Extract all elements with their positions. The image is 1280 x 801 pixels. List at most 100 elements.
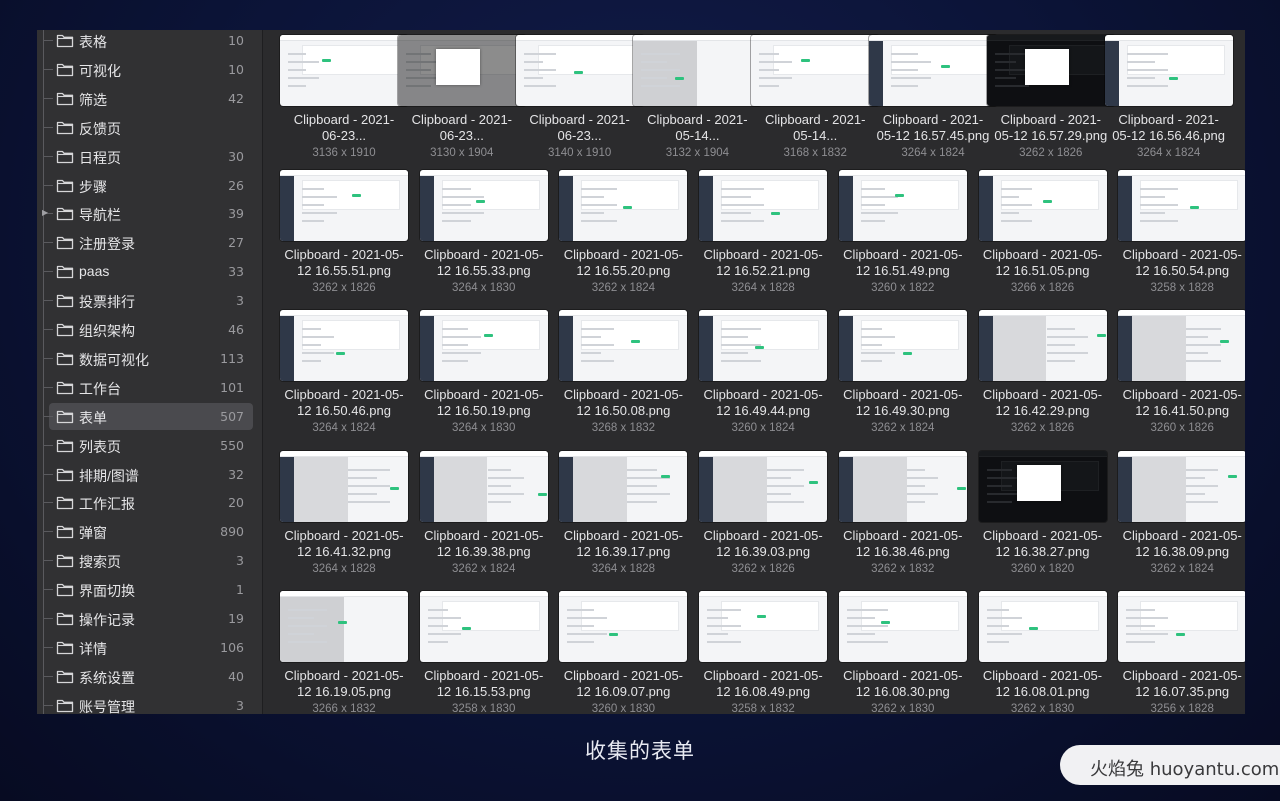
file-item[interactable]: Clipboard - 2021-05- 12 16.42.29.png 3262 … — [969, 310, 1109, 446]
folder-icon — [56, 237, 74, 250]
expand-caret-icon[interactable]: ▶ — [42, 208, 48, 217]
sidebar-folder-item[interactable]: ▶ 导航栏 39 — [42, 200, 253, 227]
file-name-line2: 12 16.52.21.png — [716, 263, 811, 278]
sidebar-folder-item[interactable]: 排期/图谱 32 — [43, 461, 253, 488]
file-thumbnail — [699, 451, 828, 522]
file-name-line2: 12 16.42.29.png — [995, 403, 1090, 418]
sidebar-folder-label: 搜索页 — [79, 554, 121, 571]
thumb-line — [891, 85, 918, 87]
file-dimensions: 3262 x 1824 — [1150, 563, 1214, 575]
thumb-line — [721, 220, 765, 222]
sidebar-folder-item[interactable]: 弹窗 890 — [43, 518, 253, 545]
file-item[interactable]: Clipboard - 2021-05- 12 16.50.19.png 3264 … — [410, 310, 550, 446]
thumb-line — [767, 493, 792, 495]
folder-icon — [56, 497, 74, 510]
sidebar-folder-item[interactable]: 表单 507 — [43, 402, 253, 430]
thumb-line — [759, 85, 780, 87]
file-item[interactable]: Clipboard - 2021- 05-12 16.56.46.png 3264 … — [1095, 35, 1235, 171]
file-item[interactable]: Clipboard - 2021-05- 12 16.38.46.png 3262 … — [829, 451, 969, 587]
file-name-line2: 12 16.38.09.png — [1135, 544, 1230, 559]
file-name-line2: 12 16.55.20.png — [576, 263, 671, 278]
sidebar-folder-label: 导航栏 — [79, 207, 121, 224]
file-item[interactable]: Clipboard - 2021-05- 12 16.08.01.png 3262 … — [969, 591, 1109, 714]
file-item[interactable]: Clipboard - 2021-05- 12 16.08.49.png 3258 … — [689, 591, 829, 714]
tree-branch — [43, 704, 53, 706]
file-item[interactable]: Clipboard - 2021-05- 12 16.39.17.png 3264 … — [549, 451, 689, 587]
sidebar-folder-item[interactable]: 搜索页 3 — [43, 547, 253, 574]
file-item[interactable]: Clipboard - 2021-05- 12 16.08.30.png 3262 … — [829, 591, 969, 714]
sidebar-folder-item[interactable]: 日程页 30 — [43, 143, 253, 170]
thumb-line — [302, 196, 337, 198]
thumb-topbar — [419, 451, 548, 457]
sidebar-folder-item[interactable]: 数据可视化 113 — [43, 345, 253, 372]
sidebar-folder-item[interactable]: 详情 106 — [43, 634, 253, 661]
sidebar-folder-item[interactable]: 投票排行 3 — [43, 287, 253, 314]
sidebar-folder-item[interactable]: 注册登录 27 — [43, 229, 253, 256]
sidebar-folder-item[interactable]: 界面切换 1 — [43, 576, 253, 603]
sidebar-folder-item[interactable]: 操作记录 19 — [43, 605, 253, 632]
file-item[interactable]: Clipboard - 2021-05- 12 16.38.27.png 3260 … — [969, 451, 1109, 587]
sidebar-folder-label: 工作汇报 — [79, 496, 135, 513]
file-item[interactable]: Clipboard - 2021-05- 12 16.39.03.png 3262 … — [689, 451, 829, 587]
thumb-line — [759, 69, 780, 71]
file-item[interactable]: Clipboard - 2021-05- 12 16.15.53.png 3258 … — [410, 591, 550, 714]
file-item[interactable]: Clipboard - 2021-05- 12 16.38.09.png 3262 … — [1108, 451, 1245, 587]
thumb-line — [427, 609, 448, 611]
sidebar-folder-item[interactable]: 可视化 10 — [43, 56, 253, 83]
sidebar-folder-count: 42 — [228, 90, 244, 106]
thumb-nav — [559, 451, 574, 522]
file-item[interactable]: Clipboard - 2021-05- 12 16.52.21.png 3264 … — [689, 170, 829, 306]
sidebar-folder-count: 10 — [228, 33, 244, 48]
sidebar-folder-label: 投票排行 — [79, 294, 135, 311]
file-thumbnail — [280, 451, 408, 522]
sidebar-folder-label: 表单 — [79, 409, 107, 426]
thumb-topbar — [280, 451, 408, 457]
sidebar-folder-item[interactable]: 系统设置 40 — [43, 663, 253, 690]
tree-branch — [43, 675, 53, 677]
thumb-accent — [483, 334, 493, 337]
file-item[interactable]: Clipboard - 2021-05- 12 16.55.51.png 3262 … — [270, 170, 410, 306]
thumb-line — [767, 477, 792, 479]
sidebar-folder-item[interactable]: 列表页 550 — [43, 432, 253, 459]
thumb-line — [427, 617, 461, 619]
thumb-accent — [755, 346, 765, 349]
file-item[interactable]: Clipboard - 2021-05- 12 16.49.30.png 3262 … — [829, 310, 969, 446]
file-item[interactable]: Clipboard - 2021-05- 12 16.19.05.png 3266 … — [270, 591, 410, 714]
thumb-line — [302, 352, 334, 354]
file-item[interactable]: Clipboard - 2021-05- 12 16.49.44.png 3260 … — [689, 310, 829, 446]
file-item[interactable]: Clipboard - 2021-05- 12 16.09.07.png 3260 … — [549, 591, 689, 714]
sidebar-folder-item[interactable]: 反馈页 — [43, 114, 253, 141]
file-item[interactable]: Clipboard - 2021-05- 12 16.50.08.png 3268 … — [549, 310, 689, 446]
tree-branch — [43, 473, 53, 475]
sidebar-folder-item[interactable]: 组织架构 46 — [43, 316, 253, 343]
thumb-nav — [1118, 451, 1133, 522]
sidebar-folder-item[interactable]: 工作汇报 20 — [43, 489, 253, 516]
thumb-accent — [902, 352, 912, 355]
file-item[interactable]: Clipboard - 2021-05- 12 16.41.50.png 3260 … — [1108, 310, 1245, 446]
file-item[interactable]: Clipboard - 2021-05- 12 16.55.20.png 3262 … — [549, 170, 689, 306]
file-item[interactable]: Clipboard - 2021-05- 12 16.55.33.png 3264 … — [410, 170, 550, 306]
thumb-line — [721, 188, 765, 190]
thumb-line — [288, 85, 306, 87]
thumb-pane — [1132, 310, 1186, 381]
file-item[interactable]: Clipboard - 2021-05- 12 16.50.54.png 3258 … — [1108, 170, 1245, 306]
file-dimensions: 3264 x 1824 — [312, 422, 376, 434]
file-item[interactable]: Clipboard - 2021-05- 12 16.41.32.png 3264 … — [270, 451, 410, 587]
sidebar-folder-item[interactable]: paas 33 — [43, 258, 253, 285]
sidebar-folder-item[interactable]: 工作台 101 — [43, 374, 253, 401]
file-item[interactable]: Clipboard - 2021-05- 12 16.51.05.png 3266 … — [969, 170, 1109, 306]
sidebar-folder-item[interactable]: 表格 10 — [43, 30, 253, 54]
thumb-line — [767, 469, 805, 471]
tree-branch — [43, 386, 53, 388]
thumb-nav — [419, 170, 434, 241]
sidebar-folder-item[interactable]: 筛选 42 — [43, 85, 253, 112]
file-item[interactable]: Clipboard - 2021-05- 12 16.50.46.png 3264 … — [270, 310, 410, 446]
file-item[interactable]: Clipboard - 2021-05- 12 16.07.35.png 3256 … — [1108, 591, 1245, 714]
sidebar-folder-label: 详情 — [79, 640, 107, 657]
file-item[interactable]: Clipboard - 2021-05- 12 16.39.38.png 3262 … — [410, 451, 550, 587]
sidebar-folder-item[interactable]: 账号管理 3 — [43, 692, 253, 714]
thumb-line — [427, 625, 448, 627]
sidebar-folder-item[interactable]: 步骤 26 — [43, 172, 253, 199]
thumb-line — [906, 501, 925, 503]
file-item[interactable]: Clipboard - 2021-05- 12 16.51.49.png 3260 … — [829, 170, 969, 306]
